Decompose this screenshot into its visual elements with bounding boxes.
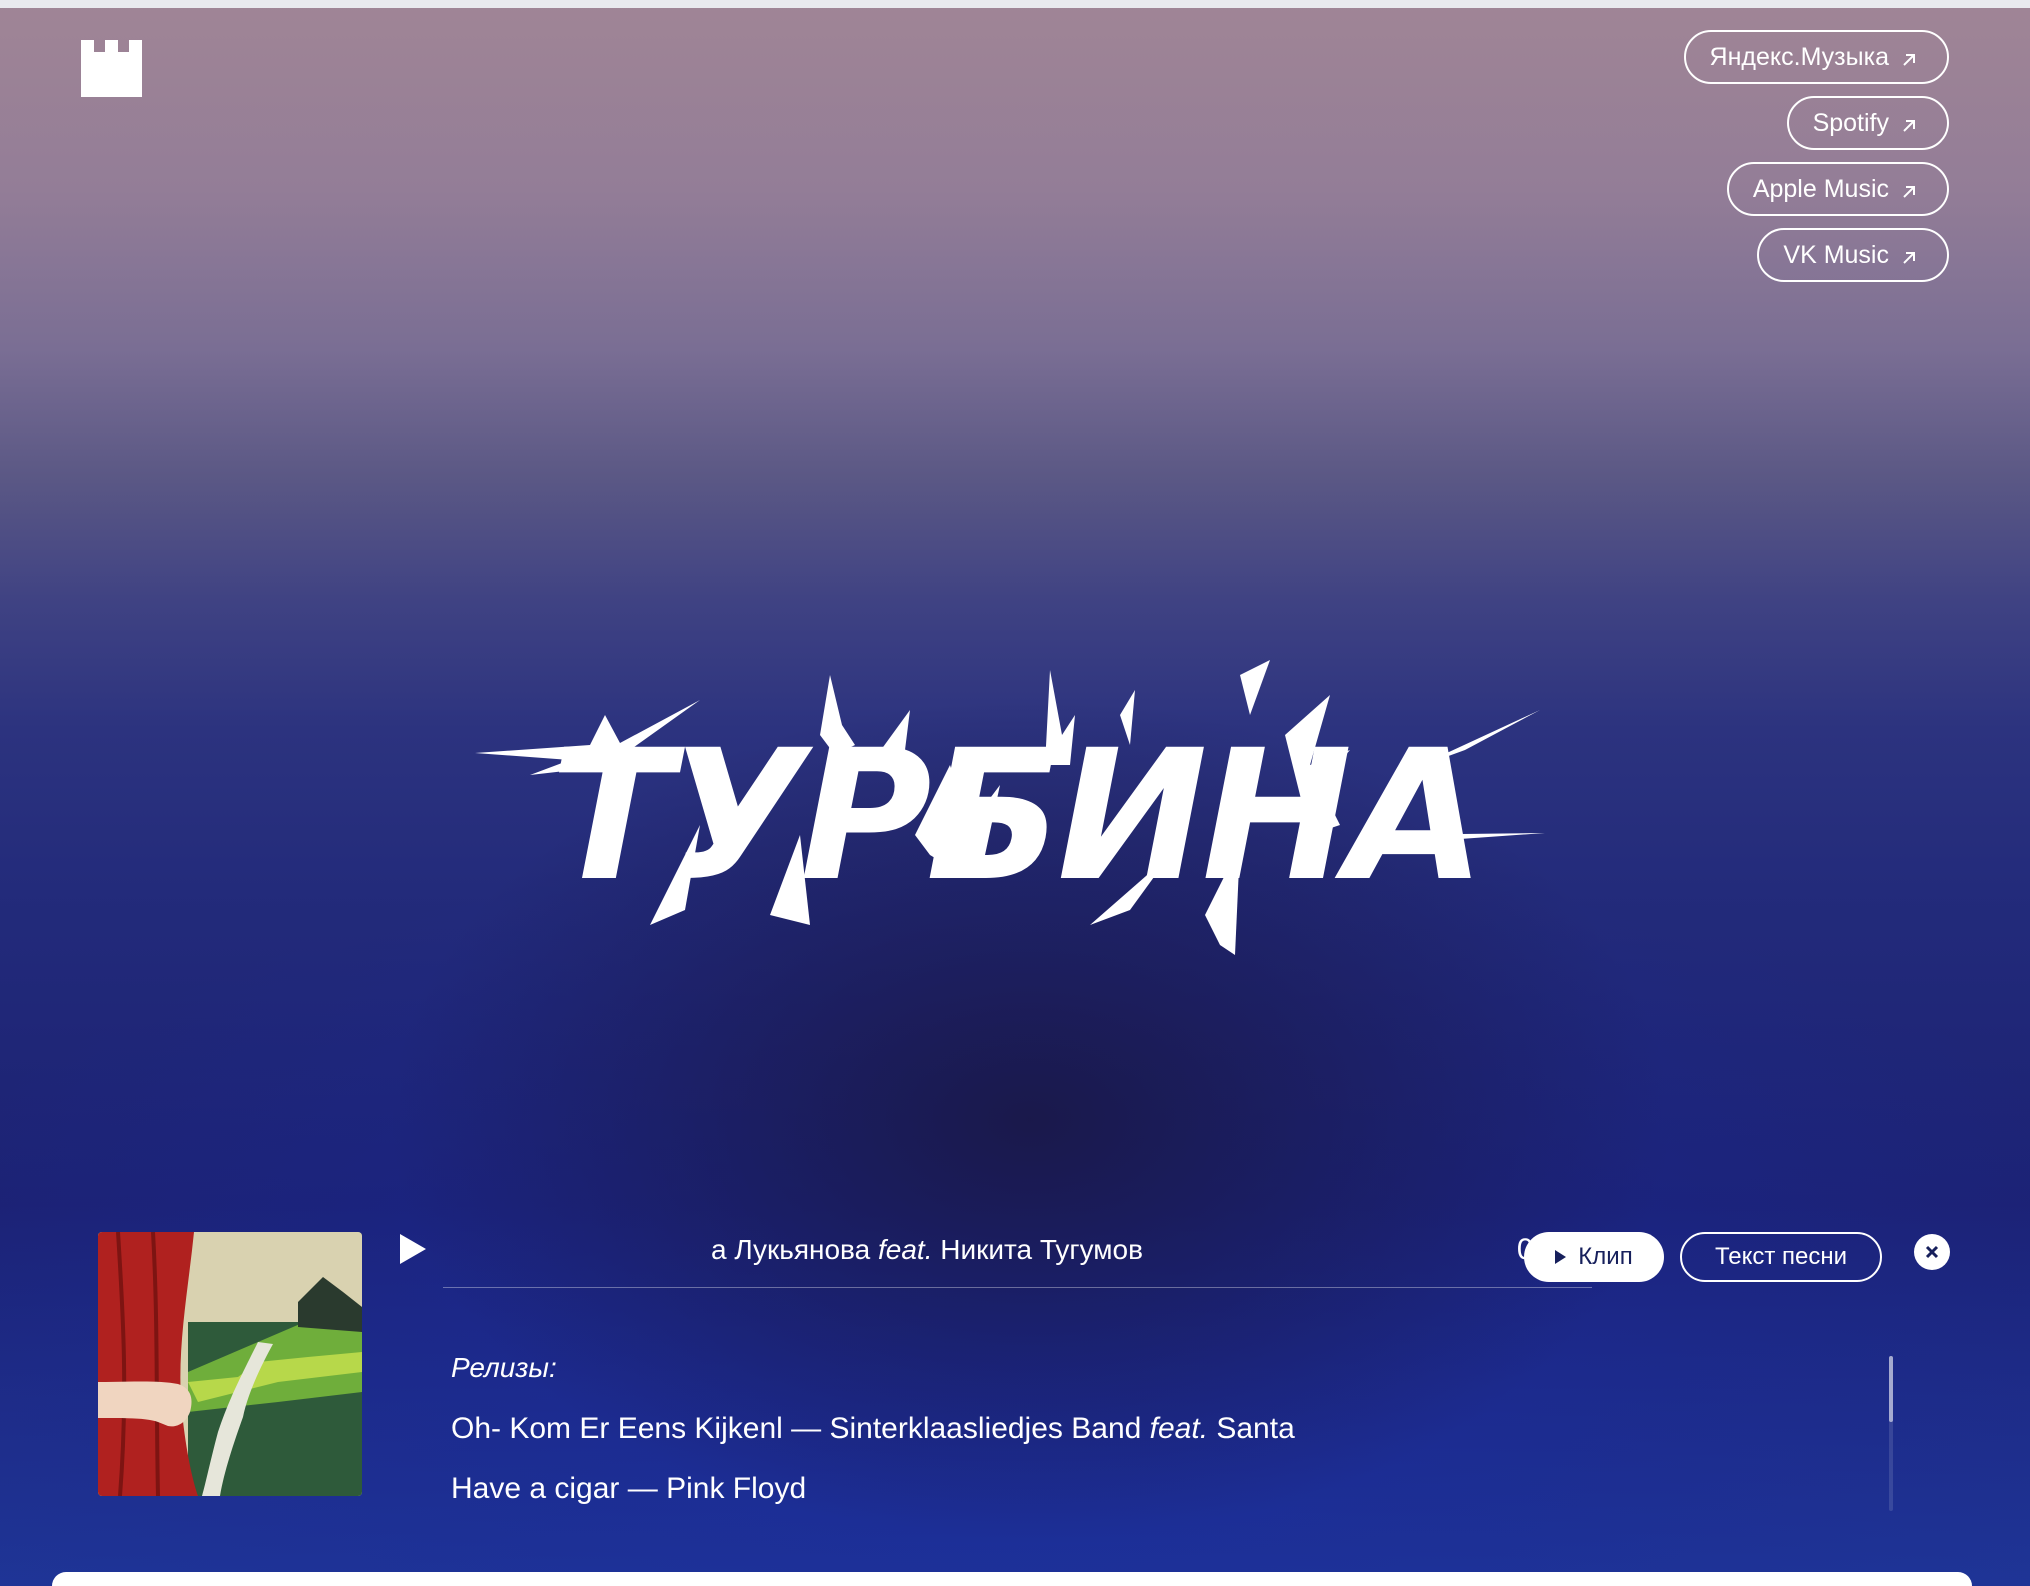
link-label: Apple Music xyxy=(1752,174,1889,203)
audio-player: а Лукьянова feat. Никита Тугумов 02:50 К… xyxy=(98,1232,1958,1512)
external-arrow-icon xyxy=(1901,178,1917,198)
track-feat: feat. xyxy=(877,1234,933,1265)
link-label: Spotify xyxy=(1812,108,1889,137)
apple-music-link[interactable]: Apple Music xyxy=(1726,162,1949,216)
track-underline xyxy=(443,1287,1592,1288)
release-item[interactable]: Oh- Kom Er Eens Kijkenl — Sinterklaaslie… xyxy=(451,1410,1295,1448)
link-label: VK Music xyxy=(1783,240,1889,269)
link-label: Яндекс.Музыка xyxy=(1709,42,1889,71)
bottom-sheet xyxy=(52,1572,1972,1586)
lyrics-button-label: Текст песни xyxy=(1714,1243,1848,1270)
hero-title: ТУРБИНА xyxy=(470,655,1560,995)
release-feat: feat. xyxy=(1149,1412,1209,1445)
scrollbar-thumb[interactable] xyxy=(1889,1356,1893,1422)
vk-music-link[interactable]: VK Music xyxy=(1757,228,1949,282)
external-arrow-icon xyxy=(1901,244,1917,264)
page: Яндекс.Музыка Spotify Apple Music VK Mus… xyxy=(0,0,2030,1586)
streaming-links: Яндекс.Музыка Spotify Apple Music VK Mus… xyxy=(1683,30,1949,282)
top-border xyxy=(0,0,2030,8)
external-arrow-icon xyxy=(1901,46,1917,66)
track-artist-left: а Лукьянова xyxy=(710,1234,878,1265)
yandex-music-link[interactable]: Яндекс.Музыка xyxy=(1683,30,1949,84)
release-title: Oh- Kom Er Eens Kijkenl — Sinterklaaslie… xyxy=(451,1412,1150,1445)
track-title: а Лукьянова feat. Никита Тугумов xyxy=(711,1232,1143,1268)
castle-tower-icon[interactable] xyxy=(81,40,142,97)
releases-label: Релизы: xyxy=(451,1352,557,1383)
lyrics-button[interactable]: Текст песни xyxy=(1680,1232,1882,1282)
play-icon[interactable] xyxy=(396,1232,428,1266)
release-rest: Santa xyxy=(1208,1412,1295,1445)
album-cover[interactable] xyxy=(98,1232,362,1496)
release-item[interactable]: Have a cigar — Pink Floyd xyxy=(451,1470,806,1508)
track-title-marquee: а Лукьянова feat. Никита Тугумов xyxy=(443,1232,1143,1272)
hero-title-text: ТУРБИНА xyxy=(550,712,1485,921)
clip-button[interactable]: Клип xyxy=(1524,1232,1664,1282)
releases-scrollbar[interactable] xyxy=(1889,1356,1893,1511)
track-artist-right: Никита Тугумов xyxy=(932,1234,1143,1265)
clip-button-label: Клип xyxy=(1578,1243,1633,1270)
external-arrow-icon xyxy=(1901,112,1917,132)
spotify-link[interactable]: Spotify xyxy=(1786,96,1949,150)
release-title: Have a cigar — Pink Floyd xyxy=(451,1472,807,1505)
play-small-icon xyxy=(1555,1250,1567,1264)
close-icon[interactable] xyxy=(1914,1234,1950,1270)
